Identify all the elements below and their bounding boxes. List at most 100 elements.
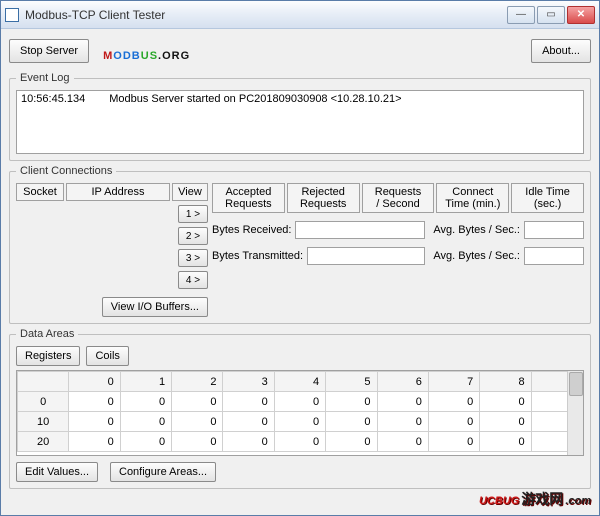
data-cell[interactable]: 0 <box>172 412 223 432</box>
logo-letter: R <box>172 50 181 62</box>
edit-values-button[interactable]: Edit Values... <box>16 462 98 482</box>
maximize-button[interactable]: ▭ <box>537 6 565 24</box>
bytes-transmitted-label: Bytes Transmitted: <box>212 250 303 262</box>
log-time: 10:56:45.134 <box>21 93 85 105</box>
data-cell[interactable]: 0 <box>274 412 325 432</box>
logo-letter: D <box>123 50 132 62</box>
col-hdr: 6 <box>377 372 428 392</box>
data-cell[interactable]: 0 <box>326 432 377 452</box>
col-requests-second: Requests/ Second <box>362 183 435 213</box>
data-cell[interactable]: 0 <box>223 392 274 412</box>
event-log-group: Event Log 10:56:45.134 Modbus Server sta… <box>9 72 591 161</box>
col-ip-address: IP Address <box>66 183 170 201</box>
col-hdr: 8 <box>480 372 531 392</box>
data-cell[interactable]: 0 <box>274 392 325 412</box>
bytes-received-field <box>295 221 425 239</box>
titlebar: Modbus-TCP Client Tester — ▭ ✕ <box>1 1 599 29</box>
col-hdr: 4 <box>274 372 325 392</box>
table-row: 100000000000 <box>18 412 583 432</box>
data-cell[interactable]: 0 <box>480 392 531 412</box>
data-cell[interactable]: 0 <box>428 432 479 452</box>
top-row: Stop Server MODBUS.ORG About... <box>9 35 591 66</box>
corner-cell <box>18 372 69 392</box>
logo-letter: S <box>150 50 158 62</box>
connections-right: AcceptedRequests RejectedRequests Reques… <box>212 183 584 317</box>
view-1-button[interactable]: 1 > <box>178 205 208 223</box>
window-controls: — ▭ ✕ <box>507 6 595 24</box>
col-accepted-requests: AcceptedRequests <box>212 183 285 213</box>
log-message: Modbus Server started on PC201809030908 … <box>109 93 401 105</box>
col-hdr: 3 <box>223 372 274 392</box>
col-hdr: 5 <box>326 372 377 392</box>
avg-bytes-recv-label: Avg. Bytes / Sec.: <box>433 224 520 236</box>
col-socket: Socket <box>16 183 64 201</box>
table-header-row: 0 1 2 3 4 5 6 7 8 9 <box>18 372 583 392</box>
data-cell[interactable]: 0 <box>223 412 274 432</box>
data-cell[interactable]: 0 <box>480 412 531 432</box>
vertical-scrollbar[interactable] <box>567 371 583 455</box>
event-log-legend: Event Log <box>16 72 74 84</box>
data-cell[interactable]: 0 <box>223 432 274 452</box>
col-hdr: 0 <box>69 372 120 392</box>
col-rejected-requests: RejectedRequests <box>287 183 360 213</box>
data-cell[interactable]: 0 <box>120 412 171 432</box>
data-cell[interactable]: 0 <box>274 432 325 452</box>
logo-letter: G <box>181 50 191 62</box>
row-hdr: 0 <box>18 392 69 412</box>
log-line: 10:56:45.134 Modbus Server started on PC… <box>21 93 579 105</box>
scroll-thumb[interactable] <box>569 372 583 396</box>
col-view: View <box>172 183 208 201</box>
data-cell[interactable]: 0 <box>69 432 120 452</box>
col-idle-time: Idle Time(sec.) <box>511 183 584 213</box>
data-cell[interactable]: 0 <box>172 432 223 452</box>
stop-server-button[interactable]: Stop Server <box>9 39 89 63</box>
registers-button[interactable]: Registers <box>16 346 80 366</box>
logo-letter: B <box>132 50 141 62</box>
table-row: 200000000000 <box>18 432 583 452</box>
data-cell[interactable]: 0 <box>69 412 120 432</box>
data-cell[interactable]: 0 <box>428 392 479 412</box>
col-connect-time: ConnectTime (min.) <box>436 183 509 213</box>
data-cell[interactable]: 0 <box>120 432 171 452</box>
data-areas-group: Data Areas Registers Coils 0 1 2 3 4 5 6 <box>9 328 591 489</box>
view-2-button[interactable]: 2 > <box>178 227 208 245</box>
view-io-buffers-button[interactable]: View I/O Buffers... <box>102 297 208 317</box>
data-cell[interactable]: 0 <box>377 432 428 452</box>
data-cell[interactable]: 0 <box>172 392 223 412</box>
col-hdr: 1 <box>120 372 171 392</box>
content-area: Stop Server MODBUS.ORG About... Event Lo… <box>1 29 599 499</box>
data-cell[interactable]: 0 <box>377 392 428 412</box>
client-connections-group: Client Connections Socket IP Address Vie… <box>9 165 591 324</box>
about-button[interactable]: About... <box>531 39 591 63</box>
avg-bytes-tx-label: Avg. Bytes / Sec.: <box>433 250 520 262</box>
data-cell[interactable]: 0 <box>428 412 479 432</box>
data-cell[interactable]: 0 <box>377 412 428 432</box>
view-3-button[interactable]: 3 > <box>178 249 208 267</box>
logo-letter: U <box>141 50 150 62</box>
logo-letter: M <box>103 50 113 62</box>
logo: MODBUS.ORG <box>97 35 523 66</box>
data-table-wrap[interactable]: 0 1 2 3 4 5 6 7 8 9 00000000000100000000… <box>16 370 584 456</box>
coils-button[interactable]: Coils <box>86 346 128 366</box>
close-button[interactable]: ✕ <box>567 6 595 24</box>
event-log-list[interactable]: 10:56:45.134 Modbus Server started on PC… <box>16 90 584 154</box>
app-icon <box>5 8 19 22</box>
table-row: 00000000000 <box>18 392 583 412</box>
row-hdr: 20 <box>18 432 69 452</box>
data-cell[interactable]: 0 <box>120 392 171 412</box>
view-4-button[interactable]: 4 > <box>178 271 208 289</box>
connections-left: Socket IP Address View 1 > 2 > 3 > 4 > V… <box>16 183 208 317</box>
data-table: 0 1 2 3 4 5 6 7 8 9 00000000000100000000… <box>17 371 583 452</box>
avg-bytes-recv-field <box>524 221 584 239</box>
app-window: Modbus-TCP Client Tester — ▭ ✕ Stop Serv… <box>0 0 600 516</box>
data-cell[interactable]: 0 <box>480 432 531 452</box>
client-connections-legend: Client Connections <box>16 165 116 177</box>
window-title: Modbus-TCP Client Tester <box>25 8 507 22</box>
data-cell[interactable]: 0 <box>326 412 377 432</box>
logo-letter: O <box>113 50 123 62</box>
col-hdr: 7 <box>428 372 479 392</box>
data-cell[interactable]: 0 <box>69 392 120 412</box>
minimize-button[interactable]: — <box>507 6 535 24</box>
data-cell[interactable]: 0 <box>326 392 377 412</box>
configure-areas-button[interactable]: Configure Areas... <box>110 462 216 482</box>
